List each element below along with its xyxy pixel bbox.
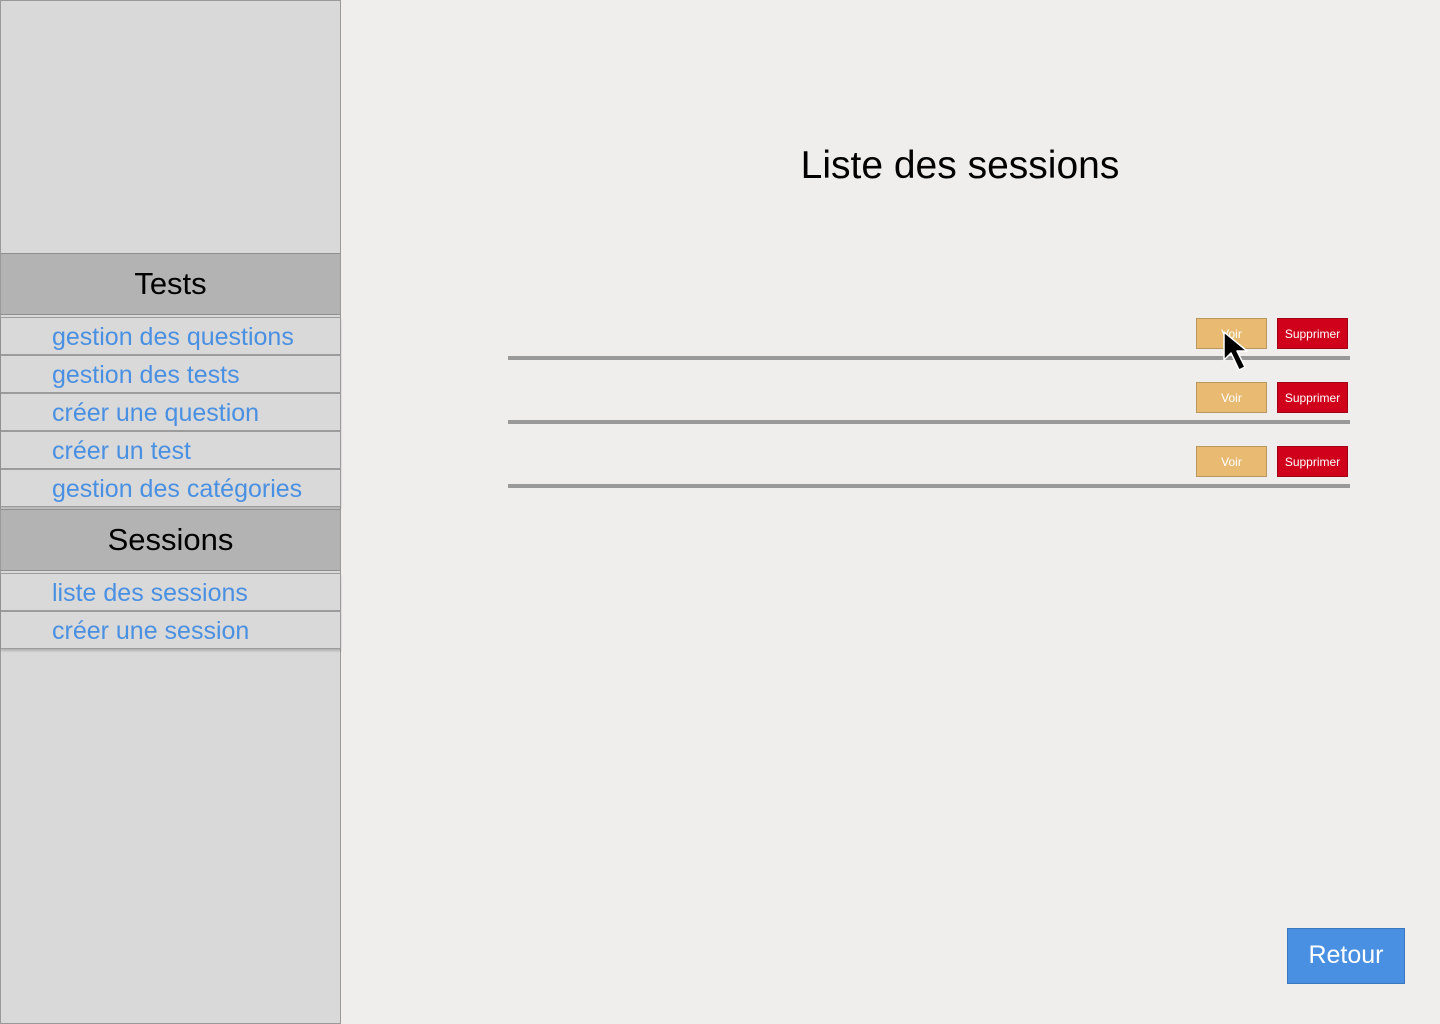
row-divider (508, 420, 1350, 424)
section-header-tests: Tests (1, 253, 340, 315)
row-divider (508, 484, 1350, 488)
sidebar-item-creer-session[interactable]: créer une session (1, 611, 341, 649)
delete-button[interactable]: Supprimer (1277, 318, 1348, 349)
sidebar-item-creer-question[interactable]: créer une question (1, 393, 341, 431)
sidebar-item-creer-test[interactable]: créer un test (1, 431, 341, 469)
sidebar-item-gestion-tests[interactable]: gestion des tests (1, 355, 341, 393)
tests-nav-list: gestion des questions gestion des tests … (1, 317, 341, 507)
sidebar-item-gestion-questions[interactable]: gestion des questions (1, 317, 341, 355)
back-button[interactable]: Retour (1287, 928, 1405, 984)
sidebar: Tests gestion des questions gestion des … (0, 0, 341, 1024)
section-header-sessions: Sessions (1, 509, 340, 571)
app: Tests gestion des questions gestion des … (0, 0, 1440, 1024)
page-title: Liste des sessions (800, 144, 1120, 187)
sidebar-item-gestion-categories[interactable]: gestion des catégories (1, 469, 341, 507)
session-row: Voir Supprimer (508, 382, 1350, 446)
mouse-pointer-icon (1223, 331, 1248, 371)
view-button[interactable]: Voir (1196, 382, 1267, 413)
delete-button[interactable]: Supprimer (1277, 382, 1348, 413)
view-button[interactable]: Voir (1196, 446, 1267, 477)
sessions-nav-list: liste des sessions créer une session (1, 573, 341, 649)
sidebar-item-liste-sessions[interactable]: liste des sessions (1, 573, 341, 611)
delete-button[interactable]: Supprimer (1277, 446, 1348, 477)
session-row: Voir Supprimer (508, 446, 1350, 510)
